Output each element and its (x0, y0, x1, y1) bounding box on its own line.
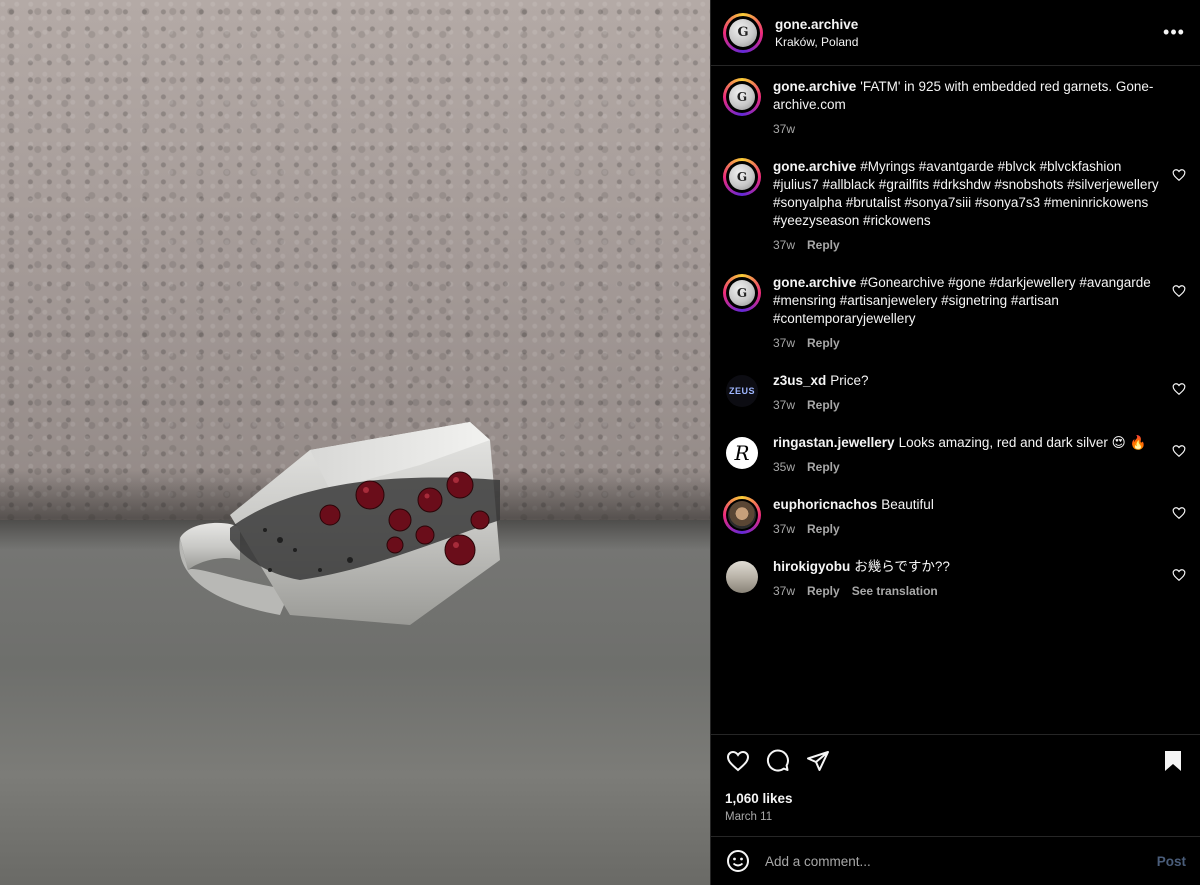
comment-text: Beautiful (881, 497, 934, 512)
reply-button[interactable]: Reply (807, 460, 840, 474)
comment-time[interactable]: 35w (773, 460, 795, 474)
comment-input[interactable] (765, 853, 1157, 869)
comment-time[interactable]: 37w (773, 336, 795, 350)
post-date[interactable]: March 11 (725, 811, 1186, 823)
reply-button[interactable]: Reply (807, 398, 840, 412)
comment-text: Looks amazing, red and dark silver 😍 🔥 (898, 435, 1147, 450)
post-button[interactable]: Post (1157, 854, 1186, 869)
comment-item: G gone.archive #Gonearchive #gone #darkje… (723, 274, 1186, 352)
heart-icon[interactable] (1172, 506, 1186, 520)
reply-button[interactable]: Reply (807, 584, 840, 598)
comment-time[interactable]: 37w (773, 398, 795, 412)
comment-username[interactable]: gone.archive (773, 79, 856, 94)
comment-username[interactable]: z3us_xd (773, 373, 826, 388)
share-send-icon[interactable] (805, 748, 831, 774)
add-comment-bar: Post (711, 836, 1200, 885)
gone-archive-logo: G (729, 84, 755, 110)
comment-item: euphoricnachos Beautiful 37w Reply (723, 496, 1186, 538)
bookmark-save-icon[interactable] (1160, 748, 1186, 774)
see-translation-button[interactable]: See translation (852, 584, 938, 598)
reply-button[interactable]: Reply (807, 522, 840, 536)
comment-avatar[interactable]: G (723, 274, 761, 312)
comment-username[interactable]: euphoricnachos (773, 497, 877, 512)
post-actions-footer: 1,060 likes March 11 (711, 734, 1200, 836)
comment-item: ZEUS z3us_xd Price? 37w Reply (723, 372, 1186, 414)
comment-text: お幾らですか?? (854, 559, 950, 574)
comment-time[interactable]: 37w (773, 238, 795, 252)
post-side-panel: G gone.archive Kraków, Poland ••• G gone… (710, 0, 1200, 885)
heart-icon[interactable] (1172, 284, 1186, 298)
emoji-icon[interactable] (725, 848, 751, 874)
comment-time[interactable]: 37w (773, 122, 795, 136)
comment-avatar[interactable]: ZEUS (726, 375, 758, 407)
comment-username[interactable]: ringastan.jewellery (773, 435, 895, 450)
comment-bubble-icon[interactable] (765, 748, 791, 774)
comment-time[interactable]: 37w (773, 522, 795, 536)
gone-archive-logo: G (729, 280, 755, 306)
comment-username[interactable]: gone.archive (773, 275, 856, 290)
avatar-photo (728, 501, 756, 529)
like-heart-icon[interactable] (725, 748, 751, 774)
comment-text: Price? (830, 373, 869, 388)
ring-illustration (179, 422, 500, 625)
caption-avatar[interactable]: G (723, 78, 761, 116)
instagram-post-view: G gone.archive Kraków, Poland ••• G gone… (0, 0, 1200, 885)
comment-username[interactable]: gone.archive (773, 159, 856, 174)
reply-button[interactable]: Reply (807, 336, 840, 350)
comment-item: R ringastan.jewellery Looks amazing, red … (723, 434, 1186, 476)
caption: G gone.archive 'FATM' in 925 with embedde… (723, 78, 1186, 138)
comment-avatar[interactable] (723, 496, 761, 534)
more-options-icon[interactable]: ••• (1162, 21, 1186, 45)
reply-button[interactable]: Reply (807, 238, 840, 252)
comment-item: G gone.archive #Myrings #avantgarde #blvc… (723, 158, 1186, 254)
gone-archive-logo: G (729, 164, 755, 190)
heart-icon[interactable] (1172, 168, 1186, 182)
heart-icon[interactable] (1172, 382, 1186, 396)
comment-avatar[interactable] (726, 561, 758, 593)
author-username[interactable]: gone.archive (775, 17, 1162, 32)
likes-count[interactable]: 1,060 likes (725, 791, 1186, 806)
heart-icon[interactable] (1172, 444, 1186, 458)
gone-archive-logo: G (729, 18, 757, 47)
comment-username[interactable]: hirokigyobu (773, 559, 850, 574)
comment-item: hirokigyobu お幾らですか?? 37w Reply See translat… (723, 558, 1186, 600)
heart-icon[interactable] (1172, 568, 1186, 582)
post-photo[interactable] (0, 0, 710, 885)
comments-list: G gone.archive 'FATM' in 925 with embedde… (711, 66, 1200, 734)
comment-avatar[interactable]: R (726, 437, 758, 469)
comment-time[interactable]: 37w (773, 584, 795, 598)
author-avatar[interactable]: G (723, 12, 763, 53)
comment-avatar[interactable]: G (723, 158, 761, 196)
post-header: G gone.archive Kraków, Poland ••• (711, 0, 1200, 66)
post-location[interactable]: Kraków, Poland (775, 35, 1162, 49)
